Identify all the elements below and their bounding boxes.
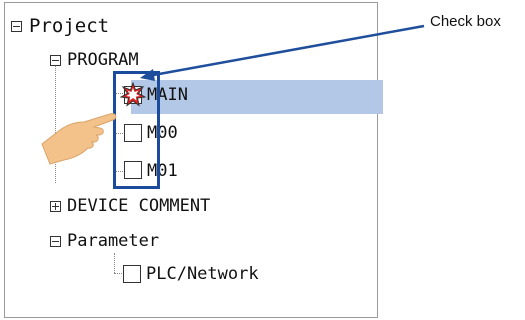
arrow-icon bbox=[140, 24, 425, 81]
callout-label: Check box bbox=[430, 13, 501, 30]
